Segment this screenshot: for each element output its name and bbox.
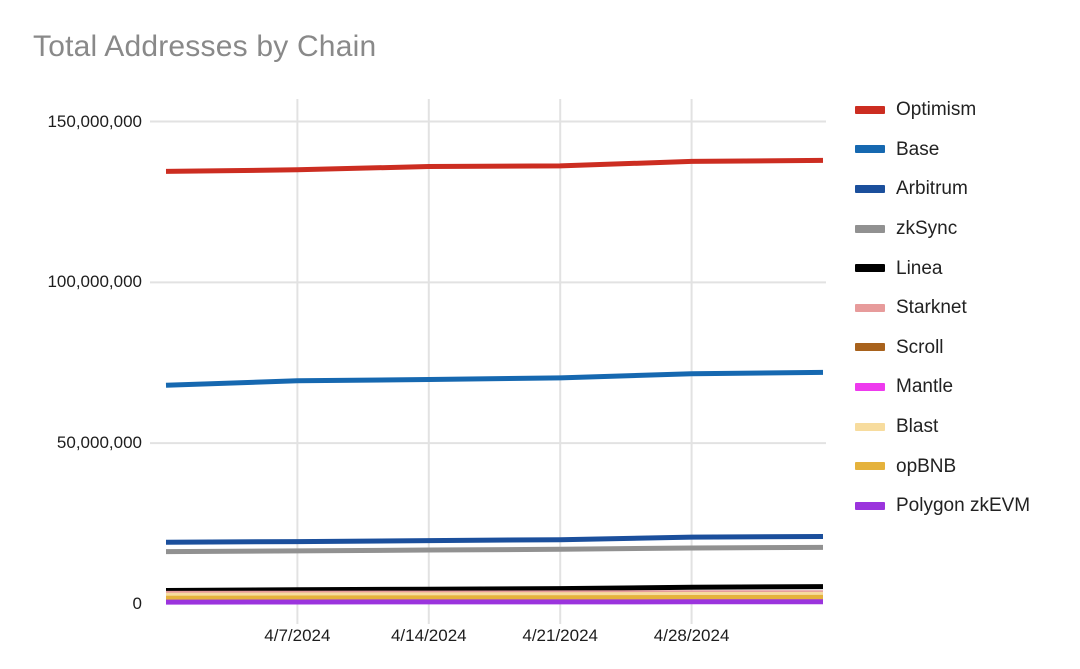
legend-item[interactable]: Polygon zkEVM: [855, 486, 1080, 526]
legend-item-label: Blast: [896, 416, 939, 438]
legend-item-label: Linea: [896, 257, 943, 279]
legend-color-swatch: [855, 422, 885, 431]
x-axis-tick-label: 4/21/2024: [522, 626, 599, 645]
series-line: [165, 157, 824, 174]
legend-color-swatch: [855, 105, 885, 114]
legend-color-swatch: [855, 224, 885, 233]
legend-item-label: opBNB: [896, 455, 957, 477]
y-axis-tick-label: 50,000,000: [56, 433, 142, 453]
legend-item[interactable]: Linea: [855, 248, 1080, 288]
x-axis-tick-label: 4/14/2024: [390, 626, 467, 645]
legend-item-label: Starknet: [896, 297, 967, 319]
legend-item[interactable]: opBNB: [855, 446, 1080, 486]
series-line: [165, 534, 824, 545]
legend-color-swatch: [855, 382, 885, 391]
series-lines: [165, 157, 824, 605]
legend-color-swatch: [855, 184, 885, 193]
legend-color-swatch: [855, 462, 885, 471]
legend-item-label: Optimism: [896, 99, 977, 121]
series-line: [165, 594, 824, 601]
legend-item-label: zkSync: [896, 218, 958, 240]
legend-item-label: Base: [896, 138, 940, 160]
legend-item-label: Polygon zkEVM: [896, 495, 1031, 517]
legend-item[interactable]: Base: [855, 130, 1080, 170]
legend-color-swatch: [855, 343, 885, 352]
legend-item-label: Scroll: [896, 336, 944, 358]
legend-item-label: Mantle: [896, 376, 954, 398]
legend-item[interactable]: Optimism: [855, 90, 1080, 130]
series-line: [165, 369, 824, 388]
series-line: [165, 544, 824, 555]
chart-container: Total Addresses by Chain 150,000,000 100,…: [0, 0, 1080, 669]
legend-item[interactable]: Scroll: [855, 328, 1080, 368]
y-gridlines: [150, 120, 826, 445]
legend-item-label: Arbitrum: [896, 178, 968, 200]
series-line: [165, 584, 824, 593]
y-axis-tick-label: 150,000,000: [47, 111, 142, 131]
legend-item[interactable]: Starknet: [855, 288, 1080, 328]
y-axis-tick-label: 100,000,000: [47, 272, 142, 292]
legend-item[interactable]: zkSync: [855, 209, 1080, 249]
legend-color-swatch: [855, 145, 885, 154]
legend-color-swatch: [855, 264, 885, 273]
x-axis-tick-label: 4/28/2024: [653, 626, 730, 645]
legend-item[interactable]: Mantle: [855, 367, 1080, 407]
legend-color-swatch: [855, 501, 885, 510]
legend-item[interactable]: Arbitrum: [855, 169, 1080, 209]
x-gridlines: [296, 99, 693, 624]
y-axis-tick-label: 0: [132, 594, 142, 613]
legend-item[interactable]: Blast: [855, 407, 1080, 447]
chart-legend: Optimism Base Arbitrum zkSync Linea Starknet S…: [855, 90, 1080, 526]
legend-color-swatch: [855, 303, 885, 312]
x-axis-tick-label: 4/7/2024: [264, 626, 331, 645]
